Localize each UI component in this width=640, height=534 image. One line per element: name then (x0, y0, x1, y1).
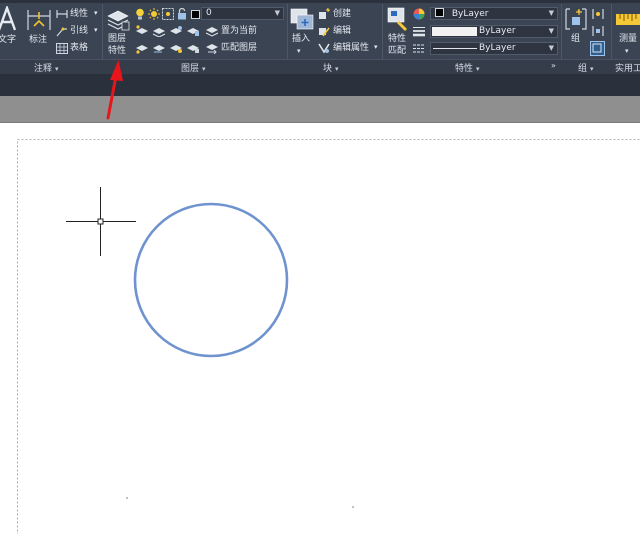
crosshair-cursor-icon (66, 187, 136, 256)
drawn-circle[interactable] (133, 202, 289, 358)
canvas-speck (126, 497, 128, 499)
annotation-arrow-icon (106, 60, 123, 120)
drawing-overlay (17, 60, 640, 534)
canvas-speck (352, 506, 354, 508)
paper-boundary (17, 139, 640, 534)
